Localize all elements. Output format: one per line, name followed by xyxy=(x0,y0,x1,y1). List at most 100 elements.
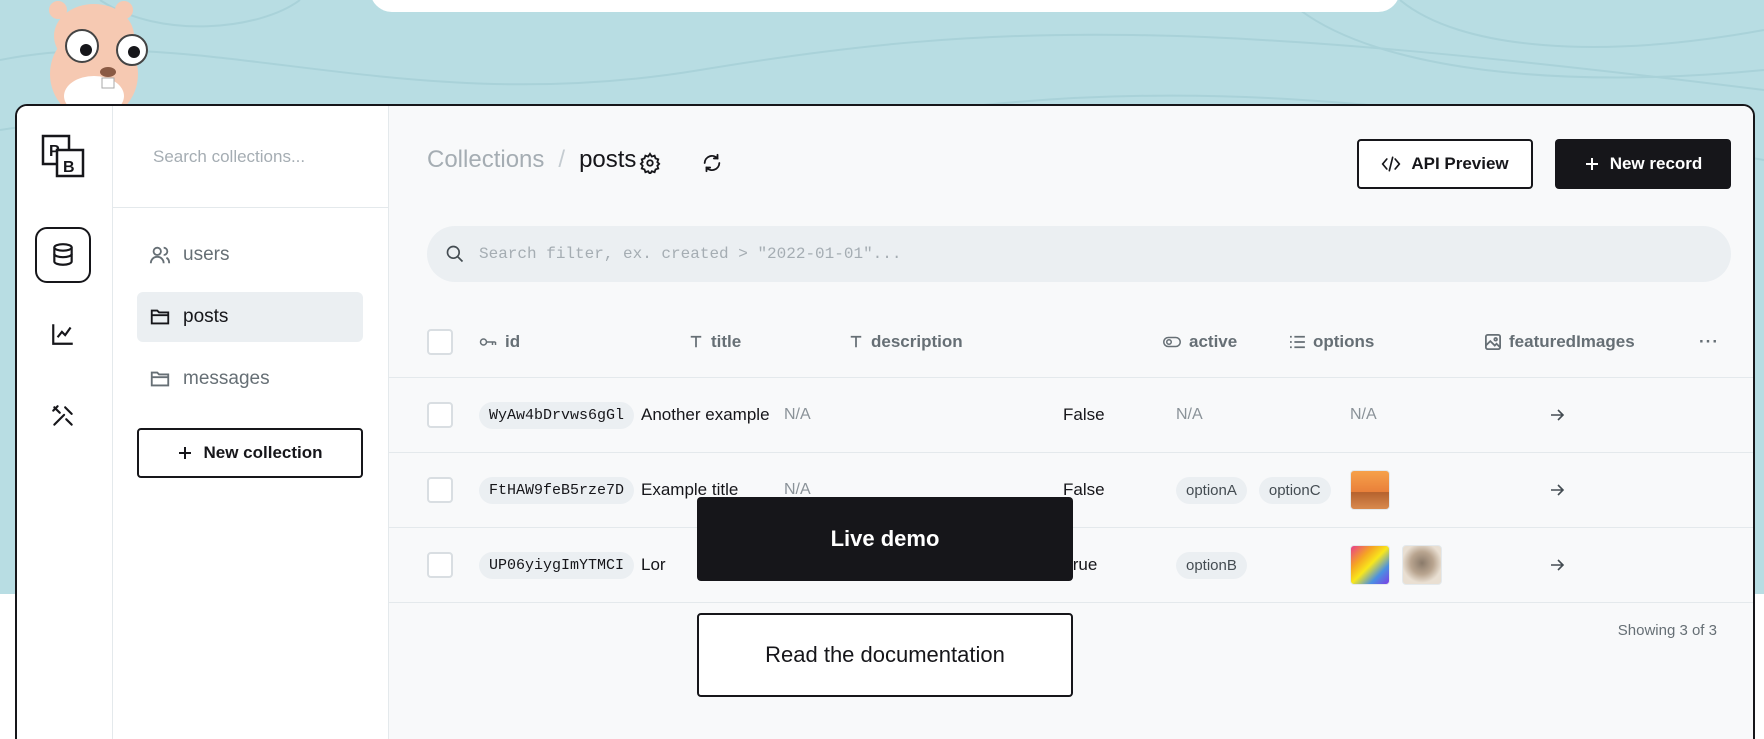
table-header-row: id title description active options feat… xyxy=(389,306,1753,378)
colors-image-thumb[interactable] xyxy=(1350,545,1390,585)
api-preview-button[interactable]: API Preview xyxy=(1357,139,1533,189)
record-id[interactable]: WyAw4bDrvws6gGl xyxy=(479,401,635,429)
arrow-right-icon[interactable] xyxy=(1549,407,1565,423)
cat-image-thumb[interactable] xyxy=(1402,545,1442,585)
column-header-title[interactable]: title xyxy=(689,306,741,377)
column-header-featuredimages[interactable]: featuredImages xyxy=(1485,306,1635,377)
column-label: options xyxy=(1313,331,1375,351)
refresh-button[interactable] xyxy=(695,146,729,180)
text-icon xyxy=(850,335,862,347)
toggle-icon xyxy=(1163,336,1181,347)
column-label: active xyxy=(1189,331,1238,351)
row-open-cell xyxy=(1549,528,1565,602)
svg-text:B: B xyxy=(63,159,75,176)
column-header-description[interactable]: description xyxy=(849,306,963,377)
collections-sidebar: users posts messages xyxy=(113,106,389,739)
new-record-label: New record xyxy=(1609,154,1703,173)
filter-input[interactable] xyxy=(479,245,1679,263)
collection-settings-button[interactable] xyxy=(633,146,667,180)
icon-rail: P B xyxy=(17,106,113,739)
breadcrumb-separator: / xyxy=(558,146,566,173)
database-icon xyxy=(53,243,73,266)
plus-icon xyxy=(179,447,192,459)
list-icon xyxy=(1290,335,1305,348)
row-select-cell xyxy=(427,378,453,452)
text-icon xyxy=(690,335,702,347)
collections-search xyxy=(113,106,388,208)
gopher-mascot xyxy=(49,1,148,110)
image-icon xyxy=(1485,333,1501,350)
plus-icon xyxy=(1585,158,1598,170)
gear-icon xyxy=(639,152,661,174)
svg-text:P: P xyxy=(49,143,60,160)
id-cell: UP06yiygImYTMCI xyxy=(479,528,635,602)
featuredimages-cell xyxy=(1350,528,1454,602)
filter-bar xyxy=(427,226,1731,282)
row-checkbox[interactable] xyxy=(427,402,453,428)
folder-icon xyxy=(150,309,170,325)
title-cell: Lor xyxy=(641,555,666,574)
row-open-cell xyxy=(1549,453,1565,527)
id-cell: WyAw4bDrvws6gGl xyxy=(479,378,635,452)
rail-collections-button[interactable] xyxy=(35,227,91,283)
folder-icon xyxy=(150,371,170,387)
arrow-right-icon[interactable] xyxy=(1549,557,1565,573)
row-checkbox[interactable] xyxy=(427,477,453,503)
sidebar-item-posts[interactable]: posts xyxy=(137,292,363,342)
options-cell: optionB xyxy=(1176,528,1259,602)
arrow-right-icon[interactable] xyxy=(1549,482,1565,498)
active-cell: False xyxy=(1063,405,1105,424)
row-open-cell xyxy=(1549,378,1565,452)
column-header-id[interactable]: id xyxy=(479,306,520,377)
new-record-button[interactable]: New record xyxy=(1555,139,1731,189)
refresh-icon xyxy=(703,153,721,173)
featuredimages-cell xyxy=(1350,453,1402,527)
column-header-active[interactable]: active xyxy=(1163,306,1237,377)
columns-menu-button[interactable]: ··· xyxy=(1699,306,1719,377)
column-label: featuredImages xyxy=(1509,331,1635,351)
row-select-cell xyxy=(427,528,453,602)
sidebar-item-label: users xyxy=(183,244,230,265)
option-tag: optionB xyxy=(1176,551,1247,579)
sidebar-item-messages[interactable]: messages xyxy=(137,354,363,404)
featuredimages-cell: N/A xyxy=(1350,406,1377,423)
sunset-image-thumb[interactable] xyxy=(1350,470,1390,510)
id-cell: FtHAW9feB5rze7D xyxy=(479,453,635,527)
pocketbase-logo[interactable]: P B xyxy=(39,132,87,180)
options-cell: N/A xyxy=(1176,406,1203,423)
breadcrumb-current: posts xyxy=(579,146,637,173)
row-select-cell xyxy=(427,453,453,527)
breadcrumb: Collections / posts xyxy=(427,146,636,174)
option-tag: optionA xyxy=(1176,476,1247,504)
chart-icon xyxy=(52,324,73,345)
sidebar-item-label: posts xyxy=(183,306,229,327)
read-documentation-button[interactable]: Read the documentation xyxy=(697,613,1073,697)
select-all-checkbox[interactable] xyxy=(427,328,453,355)
title-cell: Another example xyxy=(641,405,770,424)
column-header-options[interactable]: options xyxy=(1289,306,1374,377)
rail-logs-button[interactable] xyxy=(35,306,91,362)
table-row[interactable]: WyAw4bDrvws6gGl Another example N/A Fals… xyxy=(389,378,1753,453)
options-cell: optionA optionC xyxy=(1176,453,1343,527)
tools-icon xyxy=(52,405,73,426)
new-collection-button[interactable]: New collection xyxy=(137,428,363,478)
column-label: id xyxy=(505,331,521,351)
row-checkbox[interactable] xyxy=(427,552,453,578)
users-icon xyxy=(149,246,171,264)
record-id[interactable]: UP06yiygImYTMCI xyxy=(479,551,635,579)
rail-settings-button[interactable] xyxy=(35,388,91,444)
column-label: title xyxy=(711,331,742,351)
collections-search-input[interactable] xyxy=(153,144,373,170)
live-demo-button[interactable]: Live demo xyxy=(697,497,1073,581)
search-icon xyxy=(446,245,464,263)
new-collection-label: New collection xyxy=(203,443,323,462)
api-preview-label: API Preview xyxy=(1411,154,1509,173)
code-icon xyxy=(1381,156,1401,172)
top-card xyxy=(370,0,1400,12)
sidebar-item-users[interactable]: users xyxy=(137,230,363,280)
column-label: description xyxy=(871,331,963,351)
select-all-cell xyxy=(427,306,453,377)
key-icon xyxy=(479,337,497,346)
record-id[interactable]: FtHAW9feB5rze7D xyxy=(479,476,635,504)
breadcrumb-root[interactable]: Collections xyxy=(427,146,544,174)
